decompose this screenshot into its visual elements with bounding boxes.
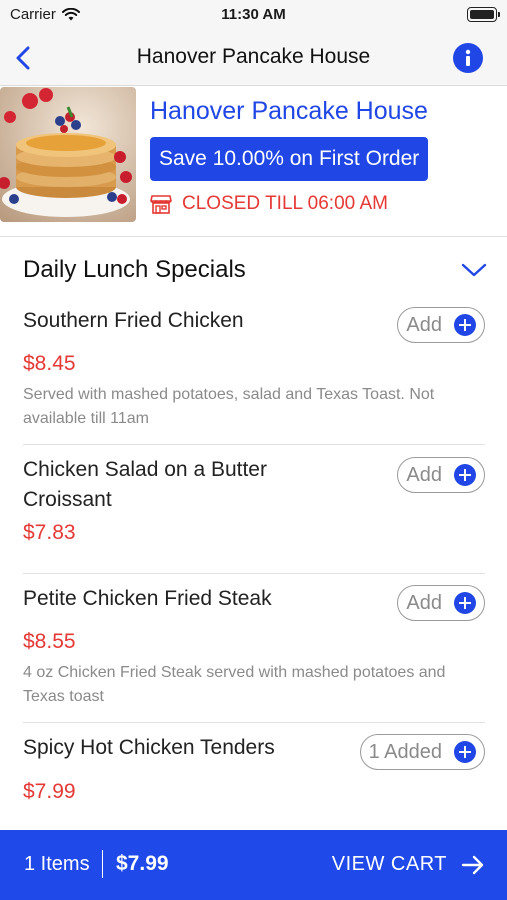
add-button[interactable]: Add — [397, 457, 485, 493]
add-button-label: Add — [406, 463, 442, 486]
restaurant-header: Hanover Pancake House Save 10.00% on Fir… — [0, 87, 507, 237]
view-cart-button[interactable]: VIEW CART — [332, 853, 447, 876]
item-name: Chicken Salad on a Butter Croissant — [23, 458, 267, 511]
store-icon — [150, 195, 172, 214]
navigation-bar: Hanover Pancake House — [0, 30, 507, 86]
info-button[interactable] — [453, 43, 483, 73]
cart-item-count: 1 Items — [24, 853, 90, 875]
add-button-label: Add — [406, 313, 442, 336]
menu-item[interactable]: Petite Chicken Fried Steak Add $8.55 4 o… — [0, 575, 507, 725]
status-bar: Carrier 11:30 AM — [0, 0, 507, 30]
item-price: $7.83 — [23, 521, 76, 544]
item-price: $7.99 — [23, 780, 76, 803]
cart-total: $7.99 — [116, 852, 169, 875]
divider — [23, 722, 485, 723]
plus-icon — [454, 741, 476, 763]
closed-status-label: CLOSED TILL 06:00 AM — [182, 193, 388, 214]
closed-status: CLOSED TILL 06:00 AM — [150, 193, 388, 215]
info-icon — [465, 49, 471, 66]
add-button[interactable]: Add — [397, 585, 485, 621]
plus-icon — [454, 592, 476, 614]
menu-item[interactable]: Chicken Salad on a Butter Croissant Add … — [0, 445, 507, 575]
item-price: $8.55 — [23, 630, 76, 653]
battery-icon — [467, 7, 500, 22]
item-name: Southern Fried Chicken — [23, 309, 244, 332]
menu-item[interactable]: Southern Fried Chicken Add $8.45 Served … — [0, 300, 507, 445]
status-time: 11:30 AM — [221, 6, 286, 23]
added-button-label: 1 Added — [368, 740, 442, 763]
back-button[interactable] — [8, 42, 38, 74]
add-button[interactable]: Add — [397, 307, 485, 343]
item-name: Petite Chicken Fried Steak — [23, 587, 272, 610]
restaurant-name: Hanover Pancake House — [150, 97, 428, 125]
item-description: Served with mashed potatoes, salad and T… — [23, 386, 435, 427]
item-price: $8.45 — [23, 352, 76, 375]
divider — [23, 573, 485, 574]
chevron-down-icon[interactable] — [461, 260, 487, 280]
plus-icon — [454, 314, 476, 336]
arrow-right-icon — [461, 855, 484, 875]
section-header[interactable]: Daily Lunch Specials — [0, 238, 507, 300]
page-title: Hanover Pancake House — [136, 45, 371, 68]
cart-separator — [102, 850, 103, 878]
restaurant-photo — [0, 87, 136, 222]
item-name: Spicy Hot Chicken Tenders — [23, 736, 275, 759]
view-cart-bar[interactable]: 1 Items $7.99 VIEW CART — [0, 830, 507, 900]
add-button-label: Add — [406, 591, 442, 614]
section-title: Daily Lunch Specials — [23, 256, 246, 283]
added-button[interactable]: 1 Added — [359, 734, 485, 770]
item-description: 4 oz Chicken Fried Steak served with mas… — [23, 664, 446, 705]
menu-item[interactable]: Spicy Hot Chicken Tenders 1 Added $7.99 — [0, 725, 507, 830]
chevron-left-icon — [16, 46, 30, 70]
promo-badge: Save 10.00% on First Order — [150, 137, 429, 181]
plus-icon — [454, 464, 476, 486]
